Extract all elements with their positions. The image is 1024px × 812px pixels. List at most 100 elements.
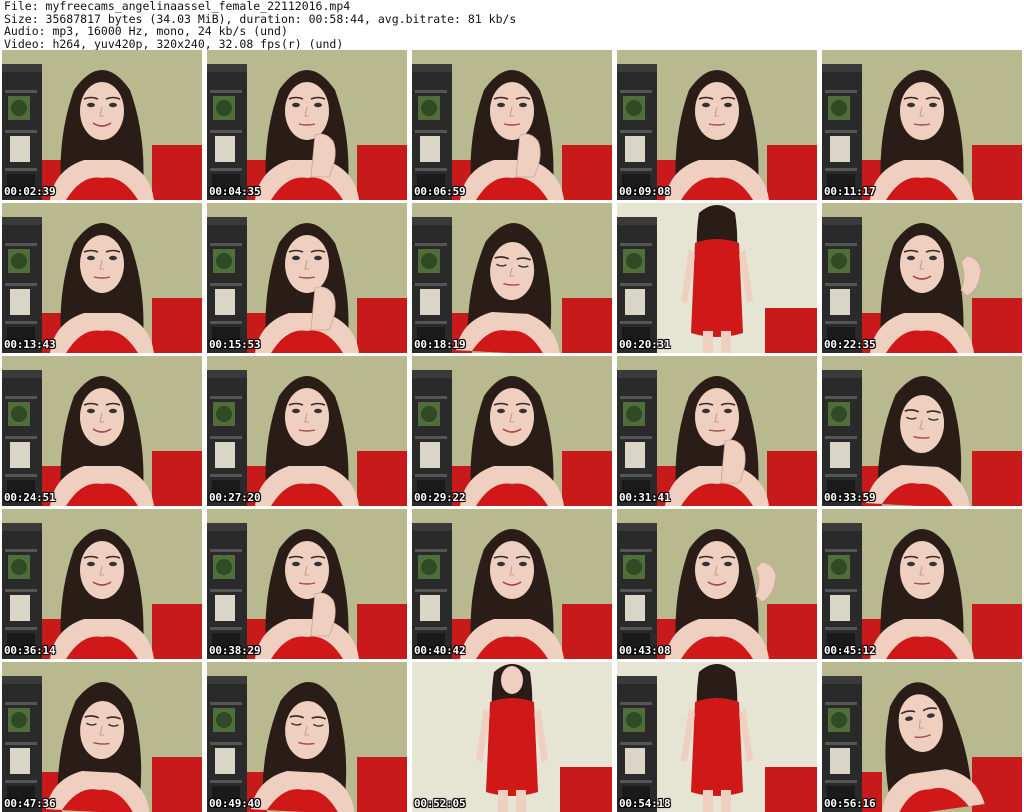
sofa bbox=[357, 757, 407, 812]
leg bbox=[721, 790, 731, 812]
frame-image bbox=[207, 356, 407, 506]
sofa bbox=[560, 767, 612, 812]
frame-timestamp: 00:56:16 bbox=[824, 797, 876, 810]
leg bbox=[703, 790, 713, 812]
sofa bbox=[152, 604, 202, 659]
sofa bbox=[765, 767, 817, 812]
bookshelf bbox=[207, 523, 247, 659]
frame-timestamp: 00:24:51 bbox=[4, 491, 56, 504]
leg bbox=[498, 790, 508, 812]
sofa bbox=[152, 298, 202, 353]
video-frame-thumbnail: 00:54:18 bbox=[617, 662, 817, 812]
hand bbox=[515, 133, 541, 178]
leg bbox=[516, 790, 526, 812]
sofa bbox=[972, 451, 1022, 506]
video-frame-thumbnail: 00:06:59 bbox=[412, 50, 612, 200]
face bbox=[80, 82, 124, 140]
bookshelf bbox=[207, 370, 247, 506]
frame-timestamp: 00:27:20 bbox=[209, 491, 261, 504]
bookshelf bbox=[822, 64, 862, 200]
frame-image bbox=[617, 356, 817, 506]
face bbox=[80, 541, 124, 599]
frame-timestamp: 00:29:22 bbox=[414, 491, 466, 504]
thumbnail-grid: 00:02:39 00:04:35 00:06:59 00:09:08 00:1… bbox=[2, 50, 1022, 812]
red-dress bbox=[486, 698, 538, 796]
bookshelf bbox=[2, 217, 42, 353]
bookshelf bbox=[617, 523, 657, 659]
frame-timestamp: 00:11:17 bbox=[824, 185, 876, 198]
frame-image bbox=[617, 662, 817, 812]
sofa bbox=[562, 451, 612, 506]
frame-image bbox=[822, 203, 1022, 353]
hand bbox=[310, 133, 336, 178]
face bbox=[695, 388, 739, 446]
bookshelf bbox=[412, 370, 452, 506]
video-frame-thumbnail: 00:36:14 bbox=[2, 509, 202, 659]
bookshelf bbox=[617, 217, 657, 353]
sofa bbox=[152, 757, 202, 812]
face bbox=[80, 388, 124, 446]
face bbox=[285, 235, 329, 293]
sofa bbox=[767, 145, 817, 200]
bookshelf bbox=[822, 370, 862, 506]
bookshelf bbox=[2, 523, 42, 659]
face bbox=[501, 666, 523, 694]
bookshelf bbox=[412, 64, 452, 200]
bookshelf bbox=[2, 64, 42, 200]
bookshelf bbox=[412, 523, 452, 659]
leg bbox=[703, 331, 713, 353]
frame-timestamp: 00:02:39 bbox=[4, 185, 56, 198]
face bbox=[80, 235, 124, 293]
leg bbox=[721, 331, 731, 353]
frame-timestamp: 00:15:53 bbox=[209, 338, 261, 351]
video-frame-thumbnail: 00:18:19 bbox=[412, 203, 612, 353]
hand bbox=[310, 286, 336, 331]
sofa bbox=[972, 145, 1022, 200]
sofa bbox=[357, 145, 407, 200]
video-frame-thumbnail: 00:49:40 bbox=[207, 662, 407, 812]
face bbox=[900, 235, 944, 293]
video-frame-thumbnail: 00:20:31 bbox=[617, 203, 817, 353]
sofa bbox=[562, 298, 612, 353]
video-frame-thumbnail: 00:56:16 bbox=[822, 662, 1022, 812]
bookshelf bbox=[412, 217, 452, 353]
sofa bbox=[972, 298, 1022, 353]
frame-image bbox=[207, 50, 407, 200]
sofa bbox=[767, 604, 817, 659]
frame-image bbox=[822, 509, 1022, 659]
video-frame-thumbnail: 00:31:41 bbox=[617, 356, 817, 506]
red-dress bbox=[691, 239, 743, 337]
face bbox=[490, 82, 534, 140]
frame-image bbox=[2, 509, 202, 659]
video-frame-thumbnail: 00:15:53 bbox=[207, 203, 407, 353]
sofa bbox=[765, 308, 817, 353]
frame-image bbox=[412, 50, 612, 200]
frame-image bbox=[2, 662, 202, 812]
frame-image bbox=[2, 203, 202, 353]
video-frame-thumbnail: 00:40:42 bbox=[412, 509, 612, 659]
sofa bbox=[767, 451, 817, 506]
frame-timestamp: 00:40:42 bbox=[414, 644, 466, 657]
bookshelf bbox=[207, 676, 247, 812]
frame-timestamp: 00:31:41 bbox=[619, 491, 671, 504]
frame-image bbox=[412, 203, 612, 353]
file-name-line: File: myfreecams_angelinaassel_female_22… bbox=[4, 0, 351, 13]
frame-image bbox=[2, 356, 202, 506]
bookshelf bbox=[2, 370, 42, 506]
bookshelf bbox=[617, 676, 657, 812]
bookshelf bbox=[207, 217, 247, 353]
frame-image bbox=[822, 662, 1022, 812]
frame-image bbox=[412, 662, 612, 812]
video-info-line: Video: h264, yuv420p, 320x240, 32.08 fps… bbox=[4, 36, 344, 51]
sofa bbox=[152, 145, 202, 200]
frame-timestamp: 00:13:43 bbox=[4, 338, 56, 351]
frame-timestamp: 00:36:14 bbox=[4, 644, 56, 657]
video-frame-thumbnail: 00:33:59 bbox=[822, 356, 1022, 506]
video-frame-thumbnail: 00:47:36 bbox=[2, 662, 202, 812]
frame-image bbox=[822, 50, 1022, 200]
frame-timestamp: 00:04:35 bbox=[209, 185, 261, 198]
face bbox=[695, 82, 739, 140]
hand bbox=[310, 592, 336, 637]
bookshelf bbox=[617, 370, 657, 506]
frame-image bbox=[207, 509, 407, 659]
